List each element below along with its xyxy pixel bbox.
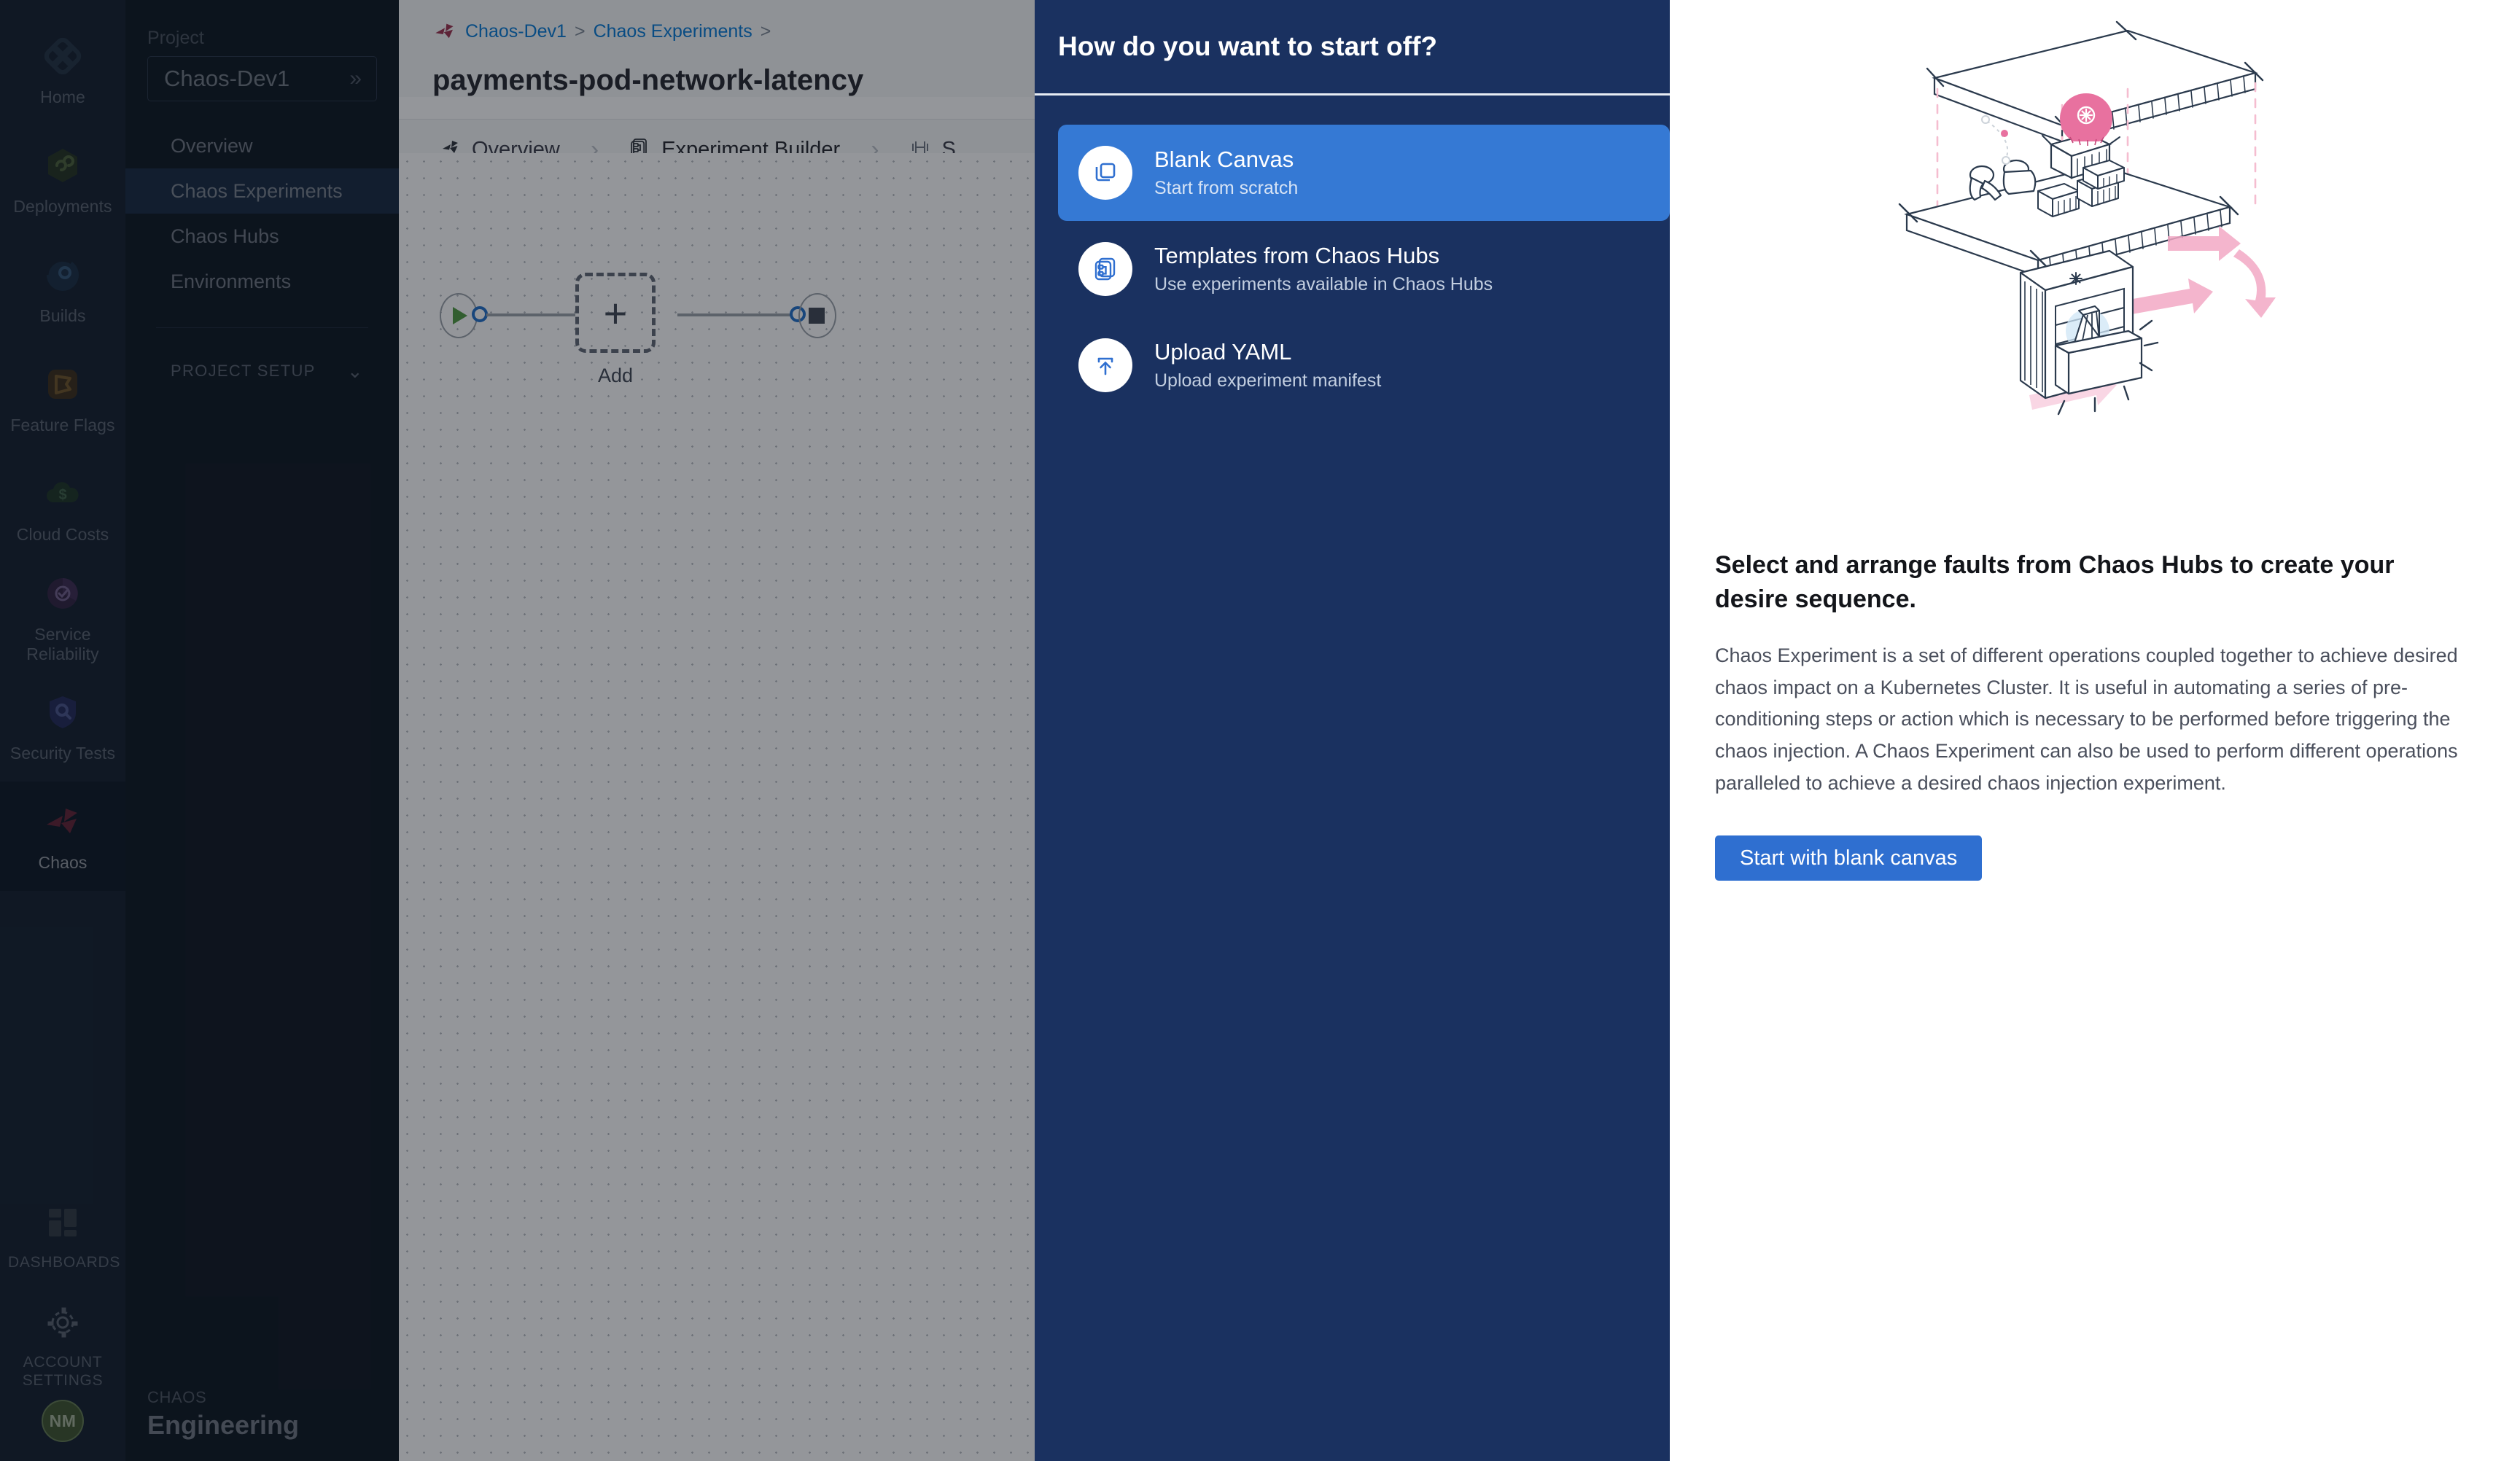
nav-item-home[interactable]: Home: [0, 16, 125, 125]
avatar[interactable]: NM: [42, 1400, 84, 1442]
sidebar-section-project-setup[interactable]: PROJECT SETUP ⌄: [125, 354, 399, 388]
dashboards-grid-icon: [40, 1200, 85, 1245]
add-step-button[interactable]: +: [575, 273, 656, 353]
start-options-list: Blank Canvas Start from scratch Template…: [1035, 96, 1670, 413]
nav-item-label: Cloud Costs: [16, 525, 109, 545]
cloud-costs-icon: $: [40, 471, 85, 516]
option-title: Blank Canvas: [1154, 147, 1294, 172]
option-text-group: Templates from Chaos Hubs Use experiment…: [1154, 243, 1493, 295]
nav-item-label: Service Reliability: [26, 624, 99, 663]
sidebar-footer-large: Engineering: [147, 1410, 300, 1440]
pipeline-wire: [677, 313, 793, 316]
modal-title: How do you want to start off?: [1058, 31, 1438, 61]
project-nav-list: Overview Chaos Experiments Chaos Hubs En…: [125, 123, 399, 304]
nav-item-account-settings[interactable]: ACCOUNT SETTINGS: [0, 1290, 125, 1400]
breadcrumb-separator: >: [760, 20, 771, 42]
option-text-group: Upload YAML Upload experiment manifest: [1154, 339, 1381, 391]
svg-text:$: $: [58, 487, 66, 503]
detail-heading: Select and arrange faults from Chaos Hub…: [1715, 551, 2395, 613]
chevron-double-right-icon: »: [349, 66, 362, 90]
sidebar-item-overview[interactable]: Overview: [125, 123, 399, 168]
chaos-icon: [432, 19, 457, 44]
sidebar-item-label: Overview: [171, 134, 253, 157]
sidebar-item-label: Chaos Experiments: [171, 179, 343, 202]
deployments-infinity-icon: [40, 143, 85, 188]
nav-item-chaos[interactable]: Chaos: [0, 782, 125, 891]
play-icon: [453, 307, 467, 324]
pipeline-wire: [486, 313, 575, 316]
sidebar-item-chaos-hubs[interactable]: Chaos Hubs: [125, 214, 399, 259]
project-label: Project: [147, 28, 204, 48]
chevron-down-icon: ⌄: [346, 359, 364, 382]
option-templates-from-chaos-hubs[interactable]: Templates from Chaos Hubs Use experiment…: [1058, 221, 1670, 317]
nav-item-builds[interactable]: Builds: [0, 235, 125, 344]
project-selector-value: Chaos-Dev1: [164, 66, 290, 91]
breadcrumb-link-project[interactable]: Chaos-Dev1: [465, 21, 567, 42]
security-tests-shield-icon: [40, 690, 85, 735]
upload-icon: [1078, 338, 1132, 392]
nav-item-label: DASHBOARDS: [8, 1253, 121, 1271]
icon-nav-top-group: Home Deployments Builds Feature Flags $ …: [0, 0, 125, 891]
sidebar-item-label: Environments: [171, 270, 292, 292]
nav-item-feature-flags[interactable]: Feature Flags: [0, 344, 125, 453]
home-module-icon: [40, 34, 85, 79]
sidebar-footer-small: CHAOS: [147, 1388, 207, 1406]
option-upload-yaml[interactable]: Upload YAML Upload experiment manifest: [1058, 317, 1670, 413]
nav-item-label: ACCOUNT SETTINGS: [22, 1354, 104, 1389]
nav-item-label: Feature Flags: [10, 416, 115, 435]
project-selector[interactable]: Chaos-Dev1 »: [147, 56, 377, 101]
sidebar-divider: [156, 327, 368, 328]
option-detail-panel: Select and arrange faults from Chaos Hub…: [1670, 0, 2520, 1461]
gear-icon: [40, 1300, 85, 1345]
option-subtitle: Start from scratch: [1154, 178, 1299, 198]
isometric-chaos-lab-illustration: [1898, 20, 2276, 416]
nav-item-security-tests[interactable]: Security Tests: [0, 672, 125, 782]
nav-item-label: Security Tests: [9, 744, 116, 763]
option-text-group: Blank Canvas Start from scratch: [1154, 147, 1298, 199]
builds-icon: [40, 252, 85, 297]
breadcrumb-link-chaos-experiments[interactable]: Chaos Experiments: [594, 21, 752, 42]
nav-item-cloud-costs[interactable]: $ Cloud Costs: [0, 453, 125, 563]
pipeline-end-node[interactable]: [798, 293, 836, 338]
sidebar-footer-branding: CHAOS Engineering: [125, 1388, 299, 1441]
nav-item-label: Deployments: [13, 197, 112, 217]
add-step-label: Add: [597, 365, 634, 386]
template-card-icon: [1078, 242, 1132, 296]
chaos-icon: [40, 799, 85, 844]
option-subtitle: Upload experiment manifest: [1154, 370, 1382, 391]
primary-icon-nav: Home Deployments Builds Feature Flags $ …: [0, 0, 125, 1461]
nav-item-label: Home: [40, 87, 85, 107]
nav-item-dashboards[interactable]: DASHBOARDS: [0, 1181, 125, 1290]
nav-item-label: Chaos: [38, 853, 88, 873]
start-with-blank-canvas-button[interactable]: Start with blank canvas: [1715, 835, 1983, 881]
sidebar-item-environments[interactable]: Environments: [125, 259, 399, 304]
option-subtitle: Use experiments available in Chaos Hubs: [1154, 274, 1493, 295]
feature-flags-icon: [40, 362, 85, 407]
project-sidebar: Project Chaos-Dev1 » Overview Chaos Expe…: [125, 0, 399, 1461]
sidebar-section-label: PROJECT SETUP: [171, 362, 316, 380]
stop-icon: [809, 308, 825, 324]
sidebar-item-chaos-experiments[interactable]: Chaos Experiments: [125, 168, 399, 214]
app-root: Home Deployments Builds Feature Flags $ …: [0, 0, 2520, 1461]
nav-item-label: Builds: [39, 306, 86, 326]
detail-body: Chaos Experiment is a set of different o…: [1715, 644, 2458, 794]
nav-item-service-reliability[interactable]: Service Reliability: [0, 563, 125, 672]
breadcrumb-separator: >: [574, 20, 586, 42]
option-title: Templates from Chaos Hubs: [1154, 243, 1440, 268]
pipeline-graph: + Add: [440, 248, 892, 437]
nav-item-deployments[interactable]: Deployments: [0, 125, 125, 235]
service-reliability-icon: [40, 571, 85, 616]
start-options-panel: How do you want to start off? Blank Canv…: [1035, 0, 1670, 1461]
option-title: Upload YAML: [1154, 339, 1292, 365]
pipeline-port-start[interactable]: [472, 306, 488, 322]
layers-copy-icon: [1078, 146, 1132, 200]
option-blank-canvas[interactable]: Blank Canvas Start from scratch: [1058, 125, 1670, 221]
icon-nav-bottom-group: DASHBOARDS ACCOUNT SETTINGS NM: [0, 1181, 125, 1461]
sidebar-item-label: Chaos Hubs: [171, 225, 279, 247]
